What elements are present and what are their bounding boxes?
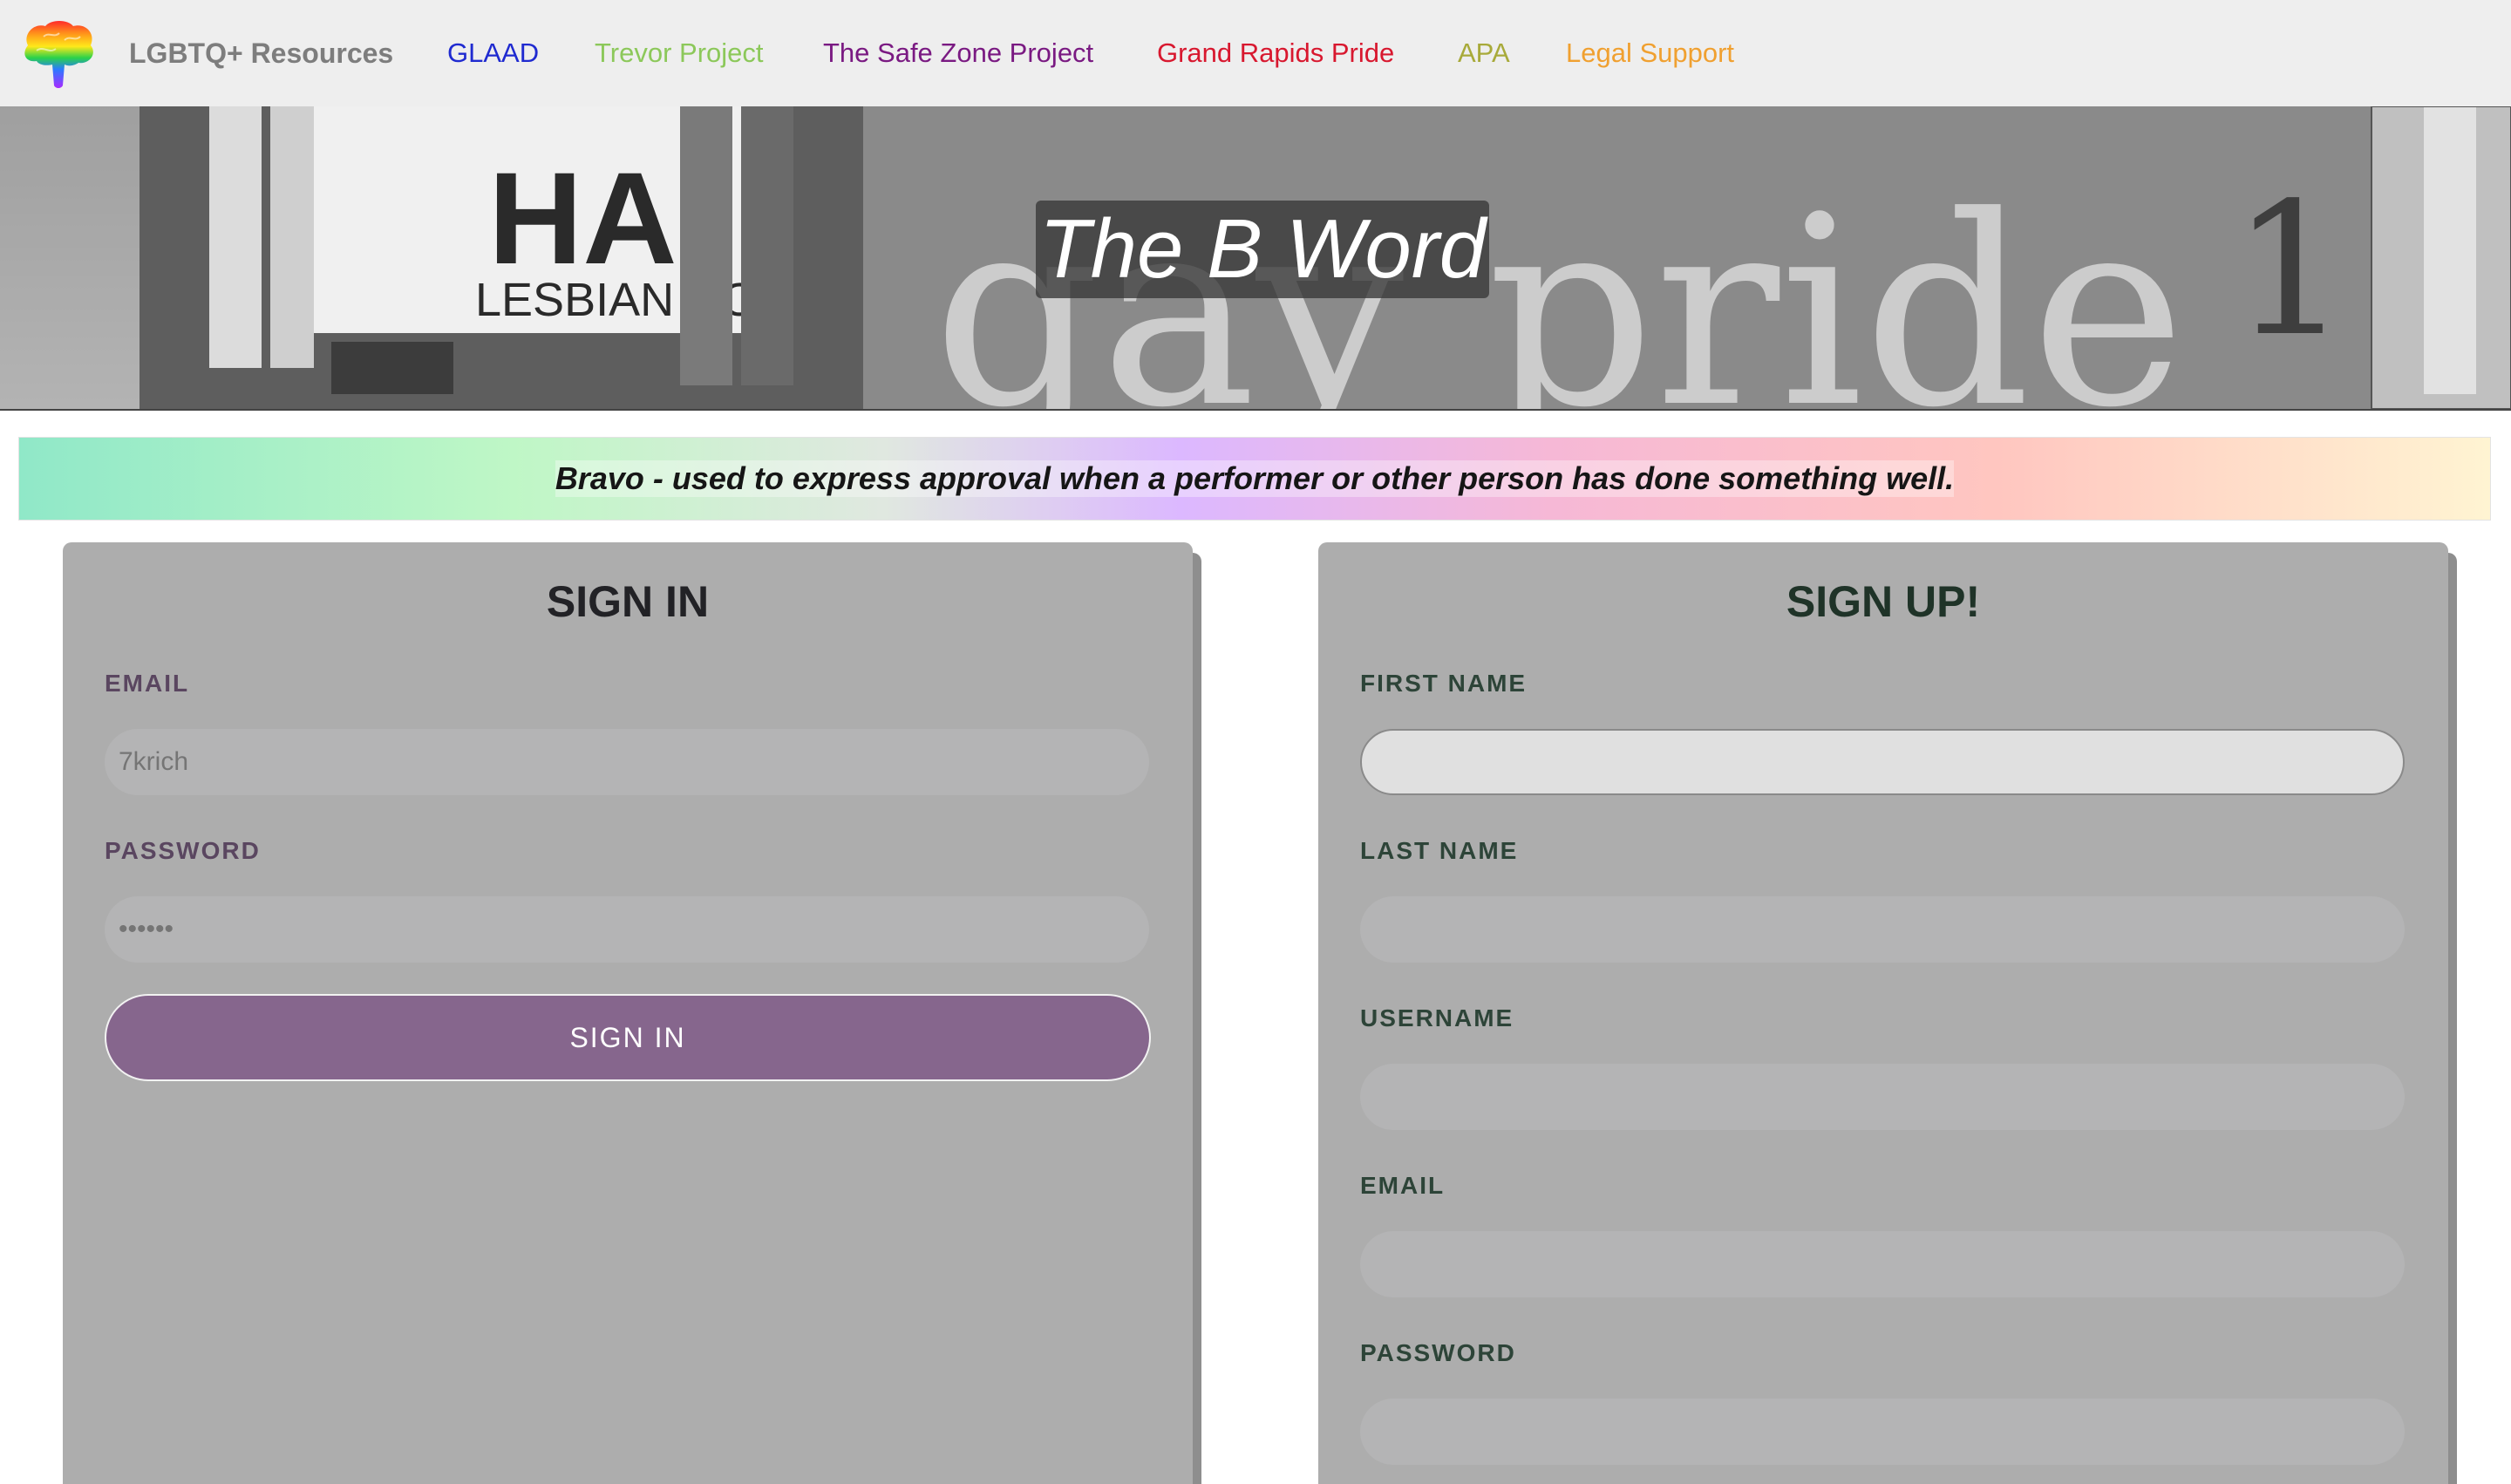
sign-up-email-input[interactable] <box>1360 1231 2405 1297</box>
username-label: USERNAME <box>1360 1004 1514 1031</box>
photo-banner-year: 1 <box>2232 163 2349 377</box>
nav-link-glaad[interactable]: GLAAD <box>447 0 539 106</box>
definition-text: Bravo - used to express approval when a … <box>555 460 1955 497</box>
rainbow-brain-icon[interactable] <box>19 19 98 89</box>
last-name-label: LAST NAME <box>1360 837 1519 864</box>
sign-up-card: SIGN UP! FIRST NAME LAST NAME USERNAME E… <box>1318 542 2448 1484</box>
hero-title: The B Word <box>1036 201 1490 298</box>
last-name-input[interactable] <box>1360 896 2405 963</box>
brand-name[interactable]: LGBTQ+ Resources <box>129 0 393 106</box>
sign-in-email-input[interactable] <box>105 729 1149 795</box>
sign-up-password-input[interactable] <box>1360 1399 2405 1465</box>
email-label: EMAIL <box>105 670 190 697</box>
sign-up-email-label: EMAIL <box>1360 1172 1446 1199</box>
first-name-input[interactable] <box>1360 729 2405 795</box>
navbar: LGBTQ+ Resources GLAAD Trevor Project Th… <box>0 0 2511 106</box>
definition-banner: Bravo - used to express approval when a … <box>18 437 2491 521</box>
photo-sign-ha: HA <box>488 145 677 291</box>
sign-in-password-input[interactable] <box>105 896 1149 963</box>
username-input[interactable] <box>1360 1064 2405 1130</box>
sign-up-title: SIGN UP! <box>1786 577 1981 626</box>
nav-link-trevor-project[interactable]: Trevor Project <box>595 0 764 106</box>
sign-in-card: SIGN IN EMAIL PASSWORD SIGN IN <box>63 542 1193 1484</box>
nav-link-safe-zone-project[interactable]: The Safe Zone Project <box>823 0 1093 106</box>
nav-link-legal-support[interactable]: Legal Support <box>1566 0 1734 106</box>
sign-in-button[interactable]: SIGN IN <box>105 994 1151 1081</box>
hero-banner: HA LESBIAN CO gay pride 1 The B Word <box>0 106 2511 411</box>
first-name-label: FIRST NAME <box>1360 670 1528 697</box>
password-label: PASSWORD <box>105 837 261 864</box>
nav-link-grand-rapids-pride[interactable]: Grand Rapids Pride <box>1157 0 1394 106</box>
sign-in-title: SIGN IN <box>546 577 710 626</box>
nav-link-apa[interactable]: APA <box>1458 0 1510 106</box>
sign-up-password-label: PASSWORD <box>1360 1339 1516 1366</box>
